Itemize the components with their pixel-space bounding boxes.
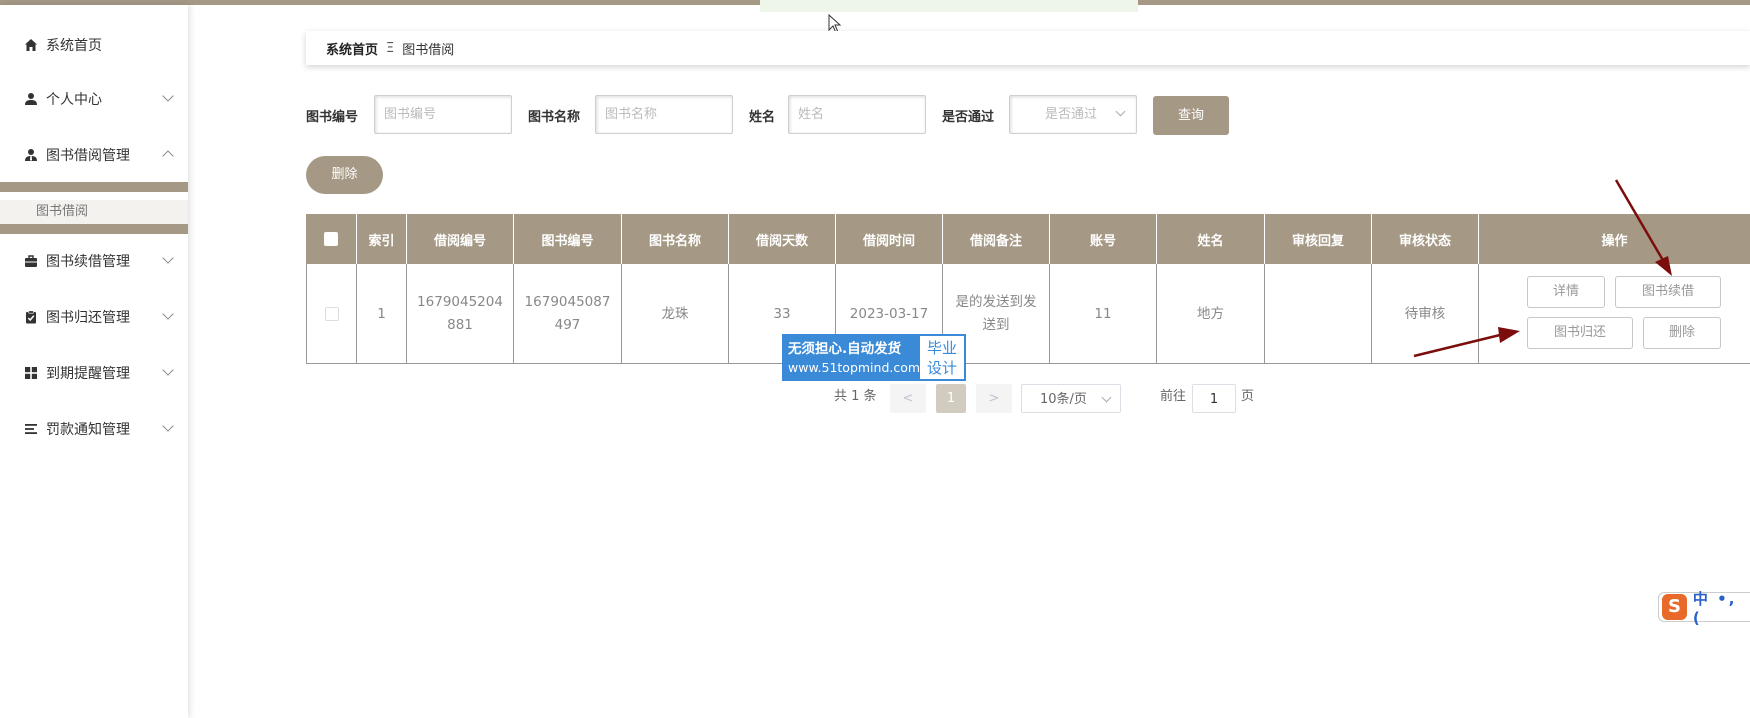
cell-account: 11 (1050, 264, 1157, 364)
sidebar-item-label: 图书续借管理 (46, 254, 130, 270)
row-delete-button[interactable]: 删除 (1643, 317, 1721, 349)
chevron-up-icon (162, 150, 174, 162)
sogou-logo-icon: S (1662, 594, 1687, 620)
sidebar: 系统首页 个人中心 图书借阅管理 图书借阅 图书续借管理 图书归还管理 到期提醒… (0, 5, 188, 718)
table-header: 索引 借阅编号 图书编号 图书名称 借阅天数 借阅时间 借阅备注 账号 姓名 审… (306, 214, 1750, 264)
sidebar-subitem-borrow[interactable]: 图书借阅 (0, 200, 188, 224)
header-remark: 借阅备注 (943, 214, 1050, 264)
page-1-button[interactable]: 1 (936, 384, 966, 413)
header-name: 姓名 (1157, 214, 1265, 264)
cell-borrow-no: 1679045204881 (407, 264, 514, 364)
chevron-down-icon (1101, 392, 1112, 403)
passed-select-placeholder: 是否通过 (1045, 107, 1098, 122)
cell-name: 地方 (1157, 264, 1265, 364)
header-borrow-no: 借阅编号 (407, 214, 514, 264)
book-no-input[interactable]: 图书编号 (374, 95, 512, 134)
return-button[interactable]: 图书归还 (1527, 317, 1633, 349)
watermark-line2: www.51topmind.com (788, 360, 921, 375)
passed-select[interactable]: 是否通过 (1009, 95, 1137, 134)
book-no-label: 图书编号 (306, 110, 359, 125)
row-select-cell[interactable] (307, 264, 357, 364)
chevron-down-icon (1115, 106, 1126, 117)
goto-label: 前往 (1160, 389, 1187, 404)
sidebar-item-renew-management[interactable]: 图书续借管理 (0, 241, 188, 281)
cell-book-no: 1679045087497 (514, 264, 622, 364)
ime-mode-text: 中 •, ( (1692, 589, 1737, 627)
watermark-left: 无须担心.自动发货 www.51topmind.com (784, 336, 920, 379)
header-index: 索引 (357, 214, 407, 264)
sidebar-item-label: 到期提醒管理 (46, 366, 130, 382)
user-icon (25, 93, 37, 105)
select-all-checkbox[interactable] (324, 232, 338, 246)
header-account: 账号 (1050, 214, 1157, 264)
chevron-down-icon (162, 308, 174, 320)
sidebar-item-personal-center[interactable]: 个人中心 (0, 79, 188, 119)
cell-status: 待审核 (1372, 264, 1479, 364)
name-input[interactable]: 姓名 (788, 95, 926, 134)
row-checkbox[interactable] (324, 307, 339, 321)
header-book-no: 图书编号 (514, 214, 622, 264)
chevron-down-icon (162, 252, 174, 264)
sidebar-item-label: 个人中心 (46, 92, 102, 108)
watermark-right: 毕业设计 (920, 336, 964, 379)
query-button[interactable]: 查询 (1153, 96, 1229, 135)
sidebar-item-fine-notice[interactable]: 罚款通知管理 (0, 409, 188, 449)
breadcrumb: 系统首页 Ξ 图书借阅 (306, 31, 1750, 65)
goto-page-input[interactable]: 1 (1192, 384, 1236, 413)
top-highlight (760, 0, 1138, 12)
grid-icon (25, 367, 37, 379)
sidebar-item-label: 系统首页 (46, 38, 102, 54)
detail-button[interactable]: 详情 (1527, 276, 1605, 308)
sidebar-item-home[interactable]: 系统首页 (0, 25, 188, 65)
page-size-value: 10条/页 (1040, 392, 1087, 407)
borrow-table: 索引 借阅编号 图书编号 图书名称 借阅天数 借阅时间 借阅备注 账号 姓名 审… (306, 214, 1750, 364)
ime-toolbar[interactable]: S 中 •, ( (1658, 590, 1750, 627)
home-icon (25, 39, 37, 51)
breadcrumb-separator: Ξ (386, 40, 395, 56)
header-book-name: 图书名称 (622, 214, 729, 264)
page-size-select[interactable]: 10条/页 (1021, 384, 1121, 413)
header-reply: 审核回复 (1265, 214, 1372, 264)
submenu-band-top (0, 182, 188, 192)
chevron-down-icon (162, 90, 174, 102)
sidebar-item-label: 图书借阅管理 (46, 148, 130, 164)
chevron-down-icon (162, 420, 174, 432)
briefcase-icon (25, 255, 37, 267)
sidebar-item-borrow-management[interactable]: 图书借阅管理 (0, 135, 188, 175)
user-tie-icon (25, 149, 37, 161)
breadcrumb-home[interactable]: 系统首页 (326, 39, 378, 58)
watermark-badge: 无须担心.自动发货 www.51topmind.com 毕业设计 (782, 334, 966, 381)
cell-reply (1265, 264, 1372, 364)
breadcrumb-current: 图书借阅 (402, 42, 455, 58)
delete-button[interactable]: 删除 (306, 156, 383, 194)
header-time: 借阅时间 (836, 214, 943, 264)
passed-label: 是否通过 (942, 110, 995, 125)
next-page-button[interactable]: > (976, 384, 1012, 413)
page-suffix-label: 页 (1241, 389, 1255, 404)
book-name-input[interactable]: 图书名称 (595, 95, 733, 134)
sidebar-item-return-management[interactable]: 图书归还管理 (0, 297, 188, 337)
sidebar-item-label: 图书归还管理 (46, 310, 130, 326)
header-status: 审核状态 (1372, 214, 1479, 264)
prev-page-button[interactable]: < (890, 384, 926, 413)
sidebar-item-due-reminder[interactable]: 到期提醒管理 (0, 353, 188, 393)
clipboard-check-icon (26, 310, 36, 324)
name-label: 姓名 (749, 110, 776, 125)
cell-ops: 详情 图书续借 图书归还 删除 (1479, 264, 1750, 364)
header-days: 借阅天数 (729, 214, 836, 264)
book-name-label: 图书名称 (528, 110, 581, 125)
watermark-line1: 无须担心.自动发货 (788, 341, 902, 357)
pagination-total: 共 1 条 (834, 389, 877, 404)
renew-button[interactable]: 图书续借 (1615, 276, 1721, 308)
cell-index: 1 (357, 264, 407, 364)
cell-book-name: 龙珠 (622, 264, 729, 364)
header-ops: 操作 (1601, 233, 1628, 249)
list-icon (25, 424, 37, 434)
table-row: 1 1679045204881 1679045087497 龙珠 33 2023… (306, 264, 1750, 364)
chevron-down-icon (162, 364, 174, 376)
header-select-all[interactable] (306, 214, 357, 264)
sidebar-item-label: 罚款通知管理 (46, 422, 130, 438)
submenu-band-bottom (0, 224, 188, 234)
